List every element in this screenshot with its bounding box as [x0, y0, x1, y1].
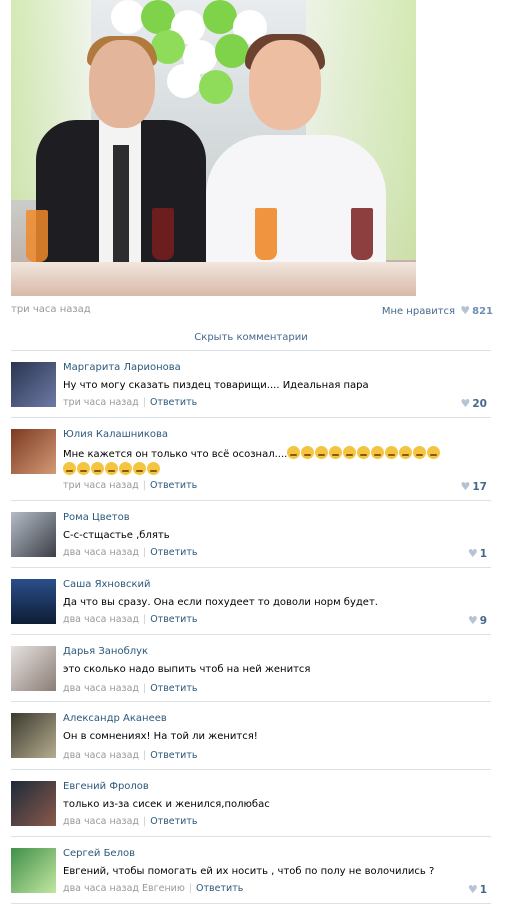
comment-time[interactable]: два часа назад [63, 816, 139, 827]
comment-text: это сколько надо выпить чтоб на ней жени… [63, 664, 311, 675]
comment-like-count: 9 [479, 615, 487, 627]
comment-like-button[interactable]: ♥ 20 [459, 397, 488, 410]
comment-footer: два часа назад Евгению | Ответить [63, 883, 244, 894]
comment-author[interactable]: Рома Цветов [63, 512, 130, 523]
divider [11, 701, 491, 702]
emoji-icon [399, 446, 413, 459]
like-label: Мне нравится [381, 306, 456, 317]
avatar[interactable] [11, 579, 56, 624]
post-time[interactable]: три часа назад [11, 304, 91, 315]
avatar[interactable] [11, 781, 56, 826]
avatar[interactable] [11, 848, 56, 893]
comment-like-button[interactable]: ♥ 9 [466, 614, 487, 627]
heart-icon: ♥ [467, 883, 478, 896]
emoji-icon [301, 446, 315, 459]
comment-author[interactable]: Юлия Калашникова [63, 429, 168, 440]
comment-text: Евгений, чтобы помогать ей их носить , ч… [63, 866, 435, 877]
comment-time[interactable]: три часа назад [63, 397, 139, 408]
reply-button[interactable]: Ответить [196, 883, 243, 894]
comment-footer: три часа назад | Ответить [63, 397, 198, 408]
emoji-icon [77, 462, 90, 475]
heart-icon: ♥ [460, 480, 471, 493]
comment-footer: два часа назад | Ответить [63, 683, 198, 694]
reply-button[interactable]: Ответить [150, 614, 197, 625]
divider [11, 836, 491, 837]
comment-footer: два часа назад | Ответить [63, 614, 198, 625]
comment-text: Да что вы сразу. Она если похудеет то до… [63, 597, 378, 608]
comment-author[interactable]: Саша Яхновский [63, 579, 151, 590]
comment-text: С-с-стщастье ,блять [63, 530, 170, 541]
comment-author[interactable]: Евгений Фролов [63, 781, 149, 792]
comment-footer: три часа назад | Ответить [63, 480, 198, 491]
comment-footer: два часа назад | Ответить [63, 816, 198, 827]
comment-text: только из-за сисек и женился,полюбас [63, 799, 270, 810]
emoji-icon [371, 446, 385, 459]
reply-button[interactable]: Ответить [150, 683, 197, 694]
emoji-icon [315, 446, 329, 459]
post-meta: три часа назад Мне нравится ♥ 821 [11, 304, 493, 318]
comment-like-button[interactable]: ♥ 1 [466, 547, 487, 560]
divider [11, 903, 491, 904]
comment-text: Мне кажется он только что всё осознал...… [63, 446, 493, 478]
reply-button[interactable]: Ответить [150, 750, 197, 761]
divider [11, 769, 491, 770]
comment-author[interactable]: Сергей Белов [63, 848, 135, 859]
emoji-icon [105, 462, 118, 475]
comment-time[interactable]: два часа назад Евгению [63, 883, 185, 894]
emoji-icon [343, 446, 357, 459]
emoji-icon [329, 446, 343, 459]
comment-like-count: 17 [472, 481, 487, 493]
emoji-icon [119, 462, 132, 475]
photo-table [11, 262, 416, 296]
comment-author[interactable]: Александр Аканеев [63, 713, 167, 724]
emoji-icon [147, 462, 160, 475]
comment-text: Он в сомнениях! На той ли женится! [63, 731, 258, 742]
heart-icon: ♥ [460, 397, 471, 410]
reply-button[interactable]: Ответить [150, 816, 197, 827]
divider [11, 417, 491, 418]
comment-footer: два часа назад | Ответить [63, 547, 198, 558]
comment-like-button[interactable]: ♥ 1 [466, 883, 487, 896]
emoji-icon [63, 462, 76, 475]
comment-time[interactable]: два часа назад [63, 614, 139, 625]
like-count: 821 [472, 306, 493, 317]
comment-footer: два часа назад | Ответить [63, 750, 198, 761]
comment-time[interactable]: три часа назад [63, 480, 139, 491]
comment-time[interactable]: два часа назад [63, 683, 139, 694]
comment-time[interactable]: два часа назад [63, 547, 139, 558]
reply-button[interactable]: Ответить [150, 547, 197, 558]
emoji-icon [91, 462, 104, 475]
post-like-button[interactable]: Мне нравится ♥ 821 [382, 304, 493, 317]
post-photo[interactable] [11, 0, 416, 296]
emoji-icon [427, 446, 441, 459]
divider [11, 567, 491, 568]
divider [11, 500, 491, 501]
avatar[interactable] [11, 646, 56, 691]
avatar[interactable] [11, 429, 56, 474]
heart-icon: ♥ [467, 547, 478, 560]
avatar[interactable] [11, 713, 56, 758]
hide-comments-link[interactable]: Скрыть комментарии [11, 332, 491, 343]
divider [11, 634, 491, 635]
comment-like-count: 1 [479, 548, 487, 560]
reply-button[interactable]: Ответить [150, 480, 197, 491]
emoji-icon [385, 446, 399, 459]
comment-author[interactable]: Дарья Заноблук [63, 646, 148, 657]
comment-author[interactable]: Маргарита Ларионова [63, 362, 181, 373]
emoji-icon [357, 446, 371, 459]
comment-time[interactable]: два часа назад [63, 750, 139, 761]
emoji-icon [133, 462, 146, 475]
reply-button[interactable]: Ответить [150, 397, 197, 408]
emoji-icon [287, 446, 301, 459]
comment-like-count: 1 [479, 884, 487, 896]
comment-like-count: 20 [472, 398, 487, 410]
comment-like-button[interactable]: ♥ 17 [459, 480, 488, 493]
heart-icon: ♥ [460, 304, 471, 317]
avatar[interactable] [11, 512, 56, 557]
comment-text: Ну что могу сказать пиздец товарищи.... … [63, 380, 369, 391]
divider [11, 350, 491, 351]
heart-icon: ♥ [467, 614, 478, 627]
avatar[interactable] [11, 362, 56, 407]
emoji-icon [413, 446, 427, 459]
